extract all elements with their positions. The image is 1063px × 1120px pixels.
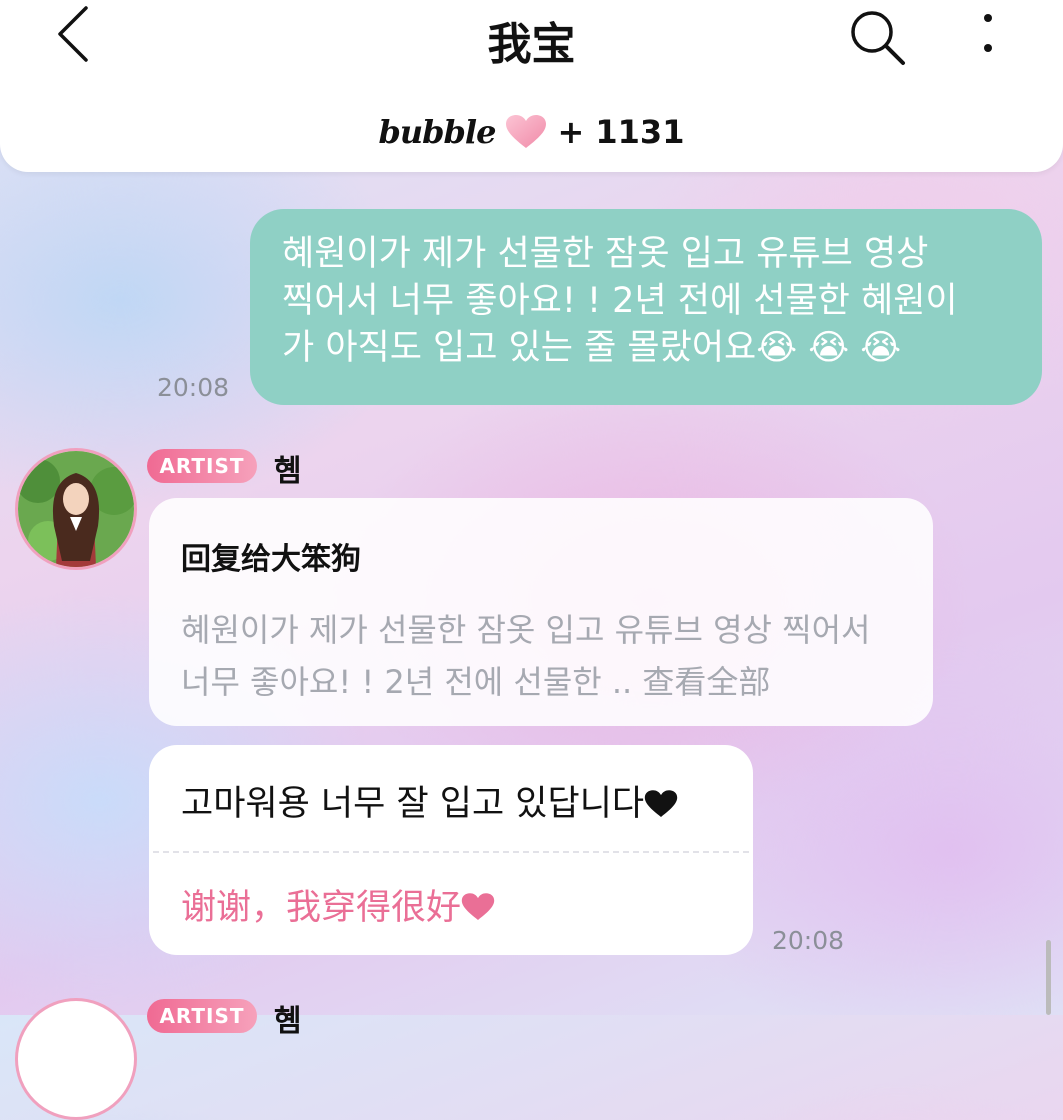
reply-card[interactable]: 回复给大笨狗 혜원이가 제가 선물한 잠옷 입고 유튜브 영상 찍어서 너무 좋… (149, 498, 933, 726)
quote-line: 혜원이가 제가 선물한 잠옷 입고 유튜브 영상 찍어서 (181, 611, 871, 649)
message-time: 20:08 (772, 926, 845, 955)
sender-name: 혬 (274, 1004, 302, 1039)
reply-quote: 혜원이가 제가 선물한 잠옷 입고 유튜브 영상 찍어서 너무 좋아요! ! 2… (181, 604, 903, 708)
artist-message[interactable]: 고마워용 너무 잘 입고 있답니다 谢谢，我穿得很好 (149, 745, 753, 955)
bubble-counter: bubble + 1131 (0, 108, 1063, 156)
avatar-image (18, 451, 134, 567)
sender-name: 혬 (274, 454, 302, 489)
divider (153, 851, 749, 853)
heart-icon (644, 790, 678, 817)
message-line: 가 아직도 입고 있는 줄 몰랐어요😭 😭 😭 (282, 328, 902, 368)
avatar[interactable] (15, 998, 137, 1120)
original-text: 고마워용 너무 잘 입고 있답니다 (181, 784, 645, 824)
heart-icon (506, 115, 547, 148)
bubble-brand: bubble (378, 113, 497, 151)
more-vertical-icon[interactable] (972, 8, 1004, 68)
quote-line: 너무 좋아요! ! 2년 전에 선물한 .. 查看全部 (181, 663, 771, 701)
translation-row: 谢谢，我穿得很好 (181, 879, 721, 930)
message-line: 찍어서 너무 좋아요! ! 2년 전에 선물한 혜원이 (282, 281, 958, 321)
search-icon[interactable] (848, 8, 908, 68)
heart-icon (461, 893, 495, 920)
artist-badge: ARTIST (147, 999, 257, 1033)
message-line: 혜원이가 제가 선물한 잠옷 입고 유튜브 영상 (282, 234, 929, 274)
message-time: 20:08 (157, 373, 230, 402)
bubble-count: + 1131 (557, 113, 685, 151)
artist-badge: ARTIST (147, 449, 257, 483)
original-text-row: 고마워용 너무 잘 입고 있답니다 (181, 775, 721, 851)
outgoing-message[interactable]: 혜원이가 제가 선물한 잠옷 입고 유튜브 영상 찍어서 너무 좋아요! ! 2… (250, 209, 1042, 405)
reply-to-label: 回复给大笨狗 (181, 542, 361, 577)
translated-text: 谢谢，我穿得很好 (181, 888, 462, 928)
scrollbar[interactable] (1046, 940, 1051, 1015)
avatar[interactable] (15, 448, 137, 570)
chat-header: 我宝 bubble + 1131 (0, 0, 1063, 172)
